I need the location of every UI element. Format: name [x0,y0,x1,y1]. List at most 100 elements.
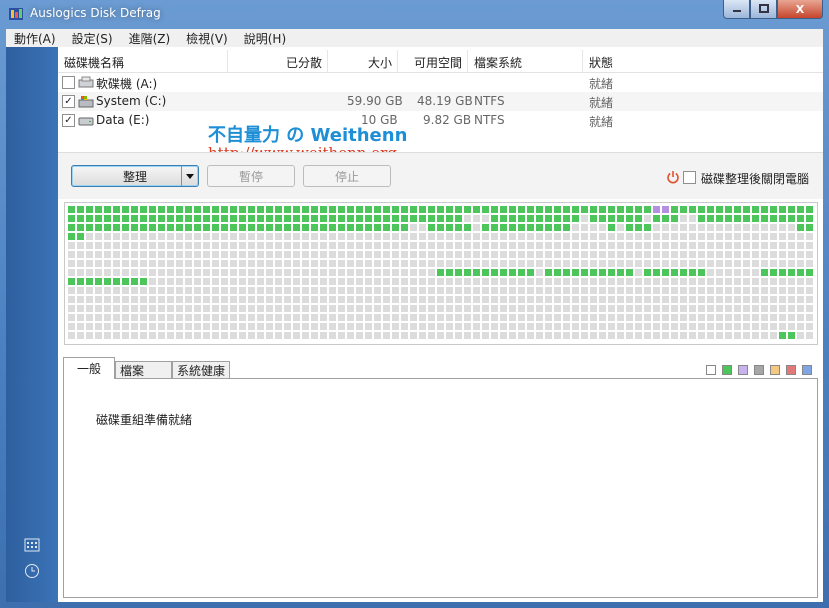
cluster-block [698,233,705,240]
drive-checkbox[interactable] [62,76,75,89]
cluster-block [500,269,507,276]
cluster-block [770,296,777,303]
cluster-block [545,206,552,213]
pause-button[interactable]: 暫停 [207,165,295,187]
stop-button[interactable]: 停止 [303,165,391,187]
cluster-block [374,215,381,222]
drive-row-e[interactable]: ✓ Data (E:) 10 GB 9.82 GB NTFS 就緒 [58,111,823,130]
cluster-block [716,242,723,249]
cluster-block [374,332,381,339]
cluster-block [437,278,444,285]
cluster-block [266,296,273,303]
tab-files[interactable]: 檔案 (C:) [115,361,172,396]
cluster-block [86,269,93,276]
legend-swatch[interactable] [770,365,780,375]
legend-swatch[interactable] [738,365,748,375]
cluster-block [527,269,534,276]
cluster-block [779,278,786,285]
cluster-block [284,287,291,294]
cluster-block [401,224,408,231]
cluster-block [383,332,390,339]
cluster-block [797,287,804,294]
cluster-block [293,323,300,330]
column-free-space[interactable]: 可用空間 [414,54,462,71]
menu-view[interactable]: 檢視(V) [178,30,236,47]
drive-checkbox[interactable]: ✓ [62,114,75,127]
menu-help[interactable]: 說明(H) [236,30,294,47]
drive-row-c[interactable]: ✓ System (C:) 59.90 GB 48.19 GB NTFS 就緒 [58,92,823,111]
legend-swatch[interactable] [754,365,764,375]
cluster-block [230,251,237,258]
legend-swatch[interactable] [786,365,796,375]
menu-advanced[interactable]: 進階(Z) [121,30,179,47]
title-bar[interactable]: Auslogics Disk Defrag X [0,0,829,28]
cluster-block [86,260,93,267]
cluster-block [797,269,804,276]
cluster-block [581,215,588,222]
cluster-block [662,224,669,231]
cluster-block [608,224,615,231]
cluster-block [428,269,435,276]
cluster-block [437,269,444,276]
cluster-block [158,251,165,258]
tab-general[interactable]: 一般 [63,357,115,379]
cluster-block [113,305,120,312]
cluster-block [698,260,705,267]
cluster-block [581,251,588,258]
cluster-block [626,224,633,231]
cluster-block [689,215,696,222]
cluster-block [455,323,462,330]
maximize-button[interactable] [750,0,777,19]
cluster-block [572,323,579,330]
cluster-block [374,323,381,330]
cluster-block [86,251,93,258]
cluster-block [779,314,786,321]
column-drive-name[interactable]: 磁碟機名稱 [64,54,124,71]
cluster-block [77,314,84,321]
cluster-block [752,242,759,249]
legend-swatch[interactable] [706,365,716,375]
cluster-block [158,269,165,276]
cluster-block [662,251,669,258]
cluster-block [221,278,228,285]
legend-swatch[interactable] [802,365,812,375]
drive-checkbox[interactable]: ✓ [62,95,75,108]
column-status[interactable]: 狀態 [589,54,613,71]
minimize-button[interactable] [723,0,750,19]
cluster-block [473,251,480,258]
cluster-block [752,278,759,285]
column-filesystem[interactable]: 檔案系統 [474,54,522,71]
legend-swatch[interactable] [722,365,732,375]
cluster-block [734,206,741,213]
defrag-button[interactable]: 整理 [71,165,199,187]
cluster-block [176,278,183,285]
cluster-block [275,269,282,276]
cluster-block [68,269,75,276]
shutdown-checkbox[interactable] [683,171,696,184]
cluster-block [419,305,426,312]
cluster-block [554,269,561,276]
column-fragmented[interactable]: 已分散 [286,54,322,71]
cluster-block [581,296,588,303]
cluster-block [392,332,399,339]
menu-action[interactable]: 動作(A) [6,30,64,47]
cluster-block [266,314,273,321]
column-size[interactable]: 大小 [368,54,392,71]
tab-system-health[interactable]: 系統健康 [172,361,230,379]
cluster-block [311,206,318,213]
drive-row-a[interactable]: 軟碟機 (A:) 就緒 [58,73,823,92]
menu-settings[interactable]: 設定(S) [64,30,121,47]
calendar-icon[interactable] [24,537,40,553]
cluster-block [599,224,606,231]
clock-icon[interactable] [24,563,40,579]
cluster-block [752,233,759,240]
defrag-dropdown[interactable] [181,166,198,186]
cluster-block [725,260,732,267]
cluster-block [653,242,660,249]
close-button[interactable]: X [777,0,823,19]
cluster-block [554,260,561,267]
cluster-block [518,296,525,303]
cluster-block [662,269,669,276]
cluster-block [536,314,543,321]
cluster-block [293,269,300,276]
